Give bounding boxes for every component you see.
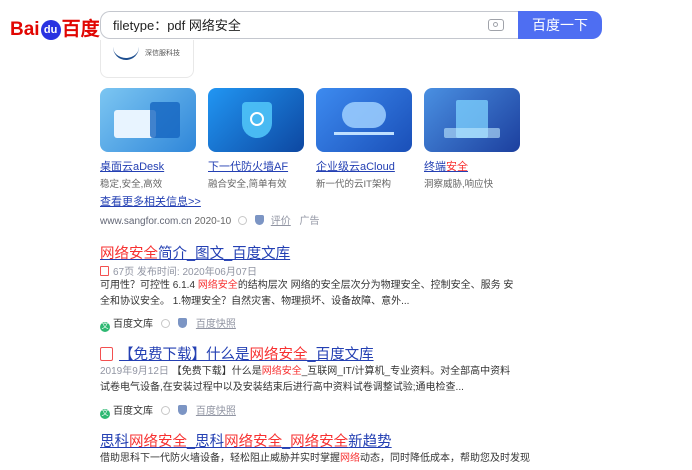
logo-text-cn: 百度 — [61, 19, 100, 40]
result-snippet: 可用性？可控性 6.1.4 网络安全的结构层次 网络的安全层次分为物理安全、控制… — [100, 280, 514, 307]
pdf-icon — [100, 266, 109, 276]
product-image[interactable] — [424, 88, 520, 152]
result-title[interactable]: 思科网络安全_思科网络安全_网络安全新趋势 — [100, 430, 392, 451]
baidu-logo[interactable]: Bai du 百度 — [10, 14, 100, 41]
paw-icon: du — [40, 20, 61, 40]
product-tile-af[interactable]: 下一代防火墙AF 融合安全,简单有效 — [208, 88, 304, 190]
result-title[interactable]: 网络安全简介_图文_百度文库 — [100, 242, 290, 263]
more-info-link[interactable]: 查看更多相关信息>> — [100, 193, 201, 209]
camera-icon[interactable] — [488, 19, 504, 31]
product-title[interactable]: 终端安全 — [424, 158, 520, 174]
info-dot-icon[interactable] — [237, 216, 247, 225]
logo-text-bai: Bai — [10, 19, 40, 40]
product-desc: 新一代的云IT架构 — [316, 179, 391, 190]
search-button[interactable]: 百度一下 — [518, 11, 602, 39]
wenku-icon: 文 — [100, 322, 110, 332]
sangfor-logo-icon — [113, 46, 139, 60]
info-dot-icon[interactable] — [161, 406, 171, 415]
shield-icon[interactable] — [178, 318, 188, 328]
ad-label: 广告 — [299, 216, 320, 227]
result-source-line: 文百度文库 百度快照 — [100, 318, 236, 332]
product-title[interactable]: 下一代防火墙AF — [208, 158, 304, 174]
product-desc: 洞察威胁,响应快 — [424, 179, 494, 190]
shield-icon[interactable] — [178, 405, 188, 415]
product-desc: 稳定,安全,高效 — [100, 179, 163, 190]
ad-url[interactable]: www.sangfor.com.cn — [100, 216, 192, 227]
wenku-icon: 文 — [100, 409, 110, 419]
snapshot-link[interactable]: 百度快照 — [196, 406, 236, 417]
info-dot-icon[interactable] — [161, 319, 171, 328]
product-tile-adesk[interactable]: 桌面云aDesk 稳定,安全,高效 — [100, 88, 196, 190]
result-snippet: 借助思科下一代防火墙设备，轻松阻止威胁并实时掌握网络动态，同时降低成本，帮助您及… — [100, 453, 530, 464]
rating-link[interactable]: 评价 — [271, 216, 291, 227]
pdf-icon — [100, 347, 113, 361]
result-snippet: 2019年9月12日 【免费下载】什么是网络安全_互联网_IT/计算机_专业资料… — [100, 366, 511, 393]
brand-logo-text: 深信服科技 — [145, 50, 180, 57]
product-image[interactable] — [316, 88, 412, 152]
product-image[interactable] — [208, 88, 304, 152]
brand-logo-card[interactable]: 深信服科技 — [100, 40, 194, 78]
product-tile-acloud[interactable]: 企业级云aCloud 新一代的云IT架构 — [316, 88, 412, 190]
snapshot-link[interactable]: 百度快照 — [196, 319, 236, 330]
result-meta: 67页 发布时间: 2020年06月07日 — [100, 263, 257, 278]
result-source-line: 文百度文库 百度快照 — [100, 405, 236, 419]
product-title[interactable]: 桌面云aDesk — [100, 158, 196, 174]
ad-date: 2020-10 — [194, 216, 232, 227]
product-tile-endpoint[interactable]: 终端安全 洞察威胁,响应快 — [424, 88, 520, 190]
product-desc: 融合安全,简单有效 — [208, 179, 287, 190]
product-image[interactable] — [100, 88, 196, 152]
product-title[interactable]: 企业级云aCloud — [316, 158, 412, 174]
ad-source-line: www.sangfor.com.cn 2020-10 评价 广告 — [100, 212, 320, 227]
search-input[interactable] — [113, 17, 473, 32]
shield-icon[interactable] — [254, 215, 264, 225]
result-title[interactable]: 【免费下载】什么是网络安全_百度文库 — [100, 343, 374, 364]
search-box — [100, 11, 518, 39]
